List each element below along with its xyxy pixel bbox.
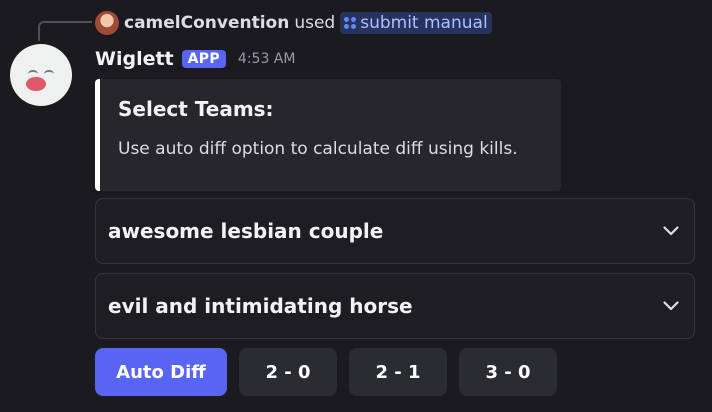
action-row: Auto Diff 2 - 0 2 - 1 3 - 0 [95,348,557,396]
discord-message: camelConvention used submit manual Wigle… [0,0,712,412]
chevron-down-icon [662,222,680,240]
reply-connector [38,21,92,41]
score-2-0-button[interactable]: 2 - 0 [239,348,337,396]
embed-title: Select Teams: [118,97,274,121]
team-select-1[interactable]: awesome lesbian couple [95,198,695,264]
avatar-eye-right [44,70,54,78]
app-badge: APP [181,50,226,68]
team-select-1-value: awesome lesbian couple [108,219,384,243]
command-name: submit manual [360,13,488,33]
avatar-mouth [26,77,46,91]
message-header: Wiglett APP 4:53 AM [95,45,295,73]
embed-description: Use auto diff option to calculate diff u… [118,139,518,159]
reply-username[interactable]: camelConvention [124,13,289,33]
auto-diff-button[interactable]: Auto Diff [95,348,227,396]
reply-user-avatar[interactable] [95,11,119,35]
chevron-down-icon [662,297,680,315]
reply-used-text: used [294,13,336,33]
slash-command-icon [344,17,357,29]
command-reference[interactable]: camelConvention used submit manual [95,10,492,36]
command-mention[interactable]: submit manual [340,12,492,34]
message-timestamp[interactable]: 4:53 AM [238,51,296,67]
embed: Select Teams: Use auto diff option to ca… [95,79,561,191]
team-select-2[interactable]: evil and intimidating horse [95,273,695,339]
bot-username[interactable]: Wiglett [95,48,174,70]
team-select-2-value: evil and intimidating horse [108,294,413,318]
bot-avatar[interactable] [10,44,72,106]
score-2-1-button[interactable]: 2 - 1 [349,348,447,396]
score-3-0-button[interactable]: 3 - 0 [459,348,557,396]
